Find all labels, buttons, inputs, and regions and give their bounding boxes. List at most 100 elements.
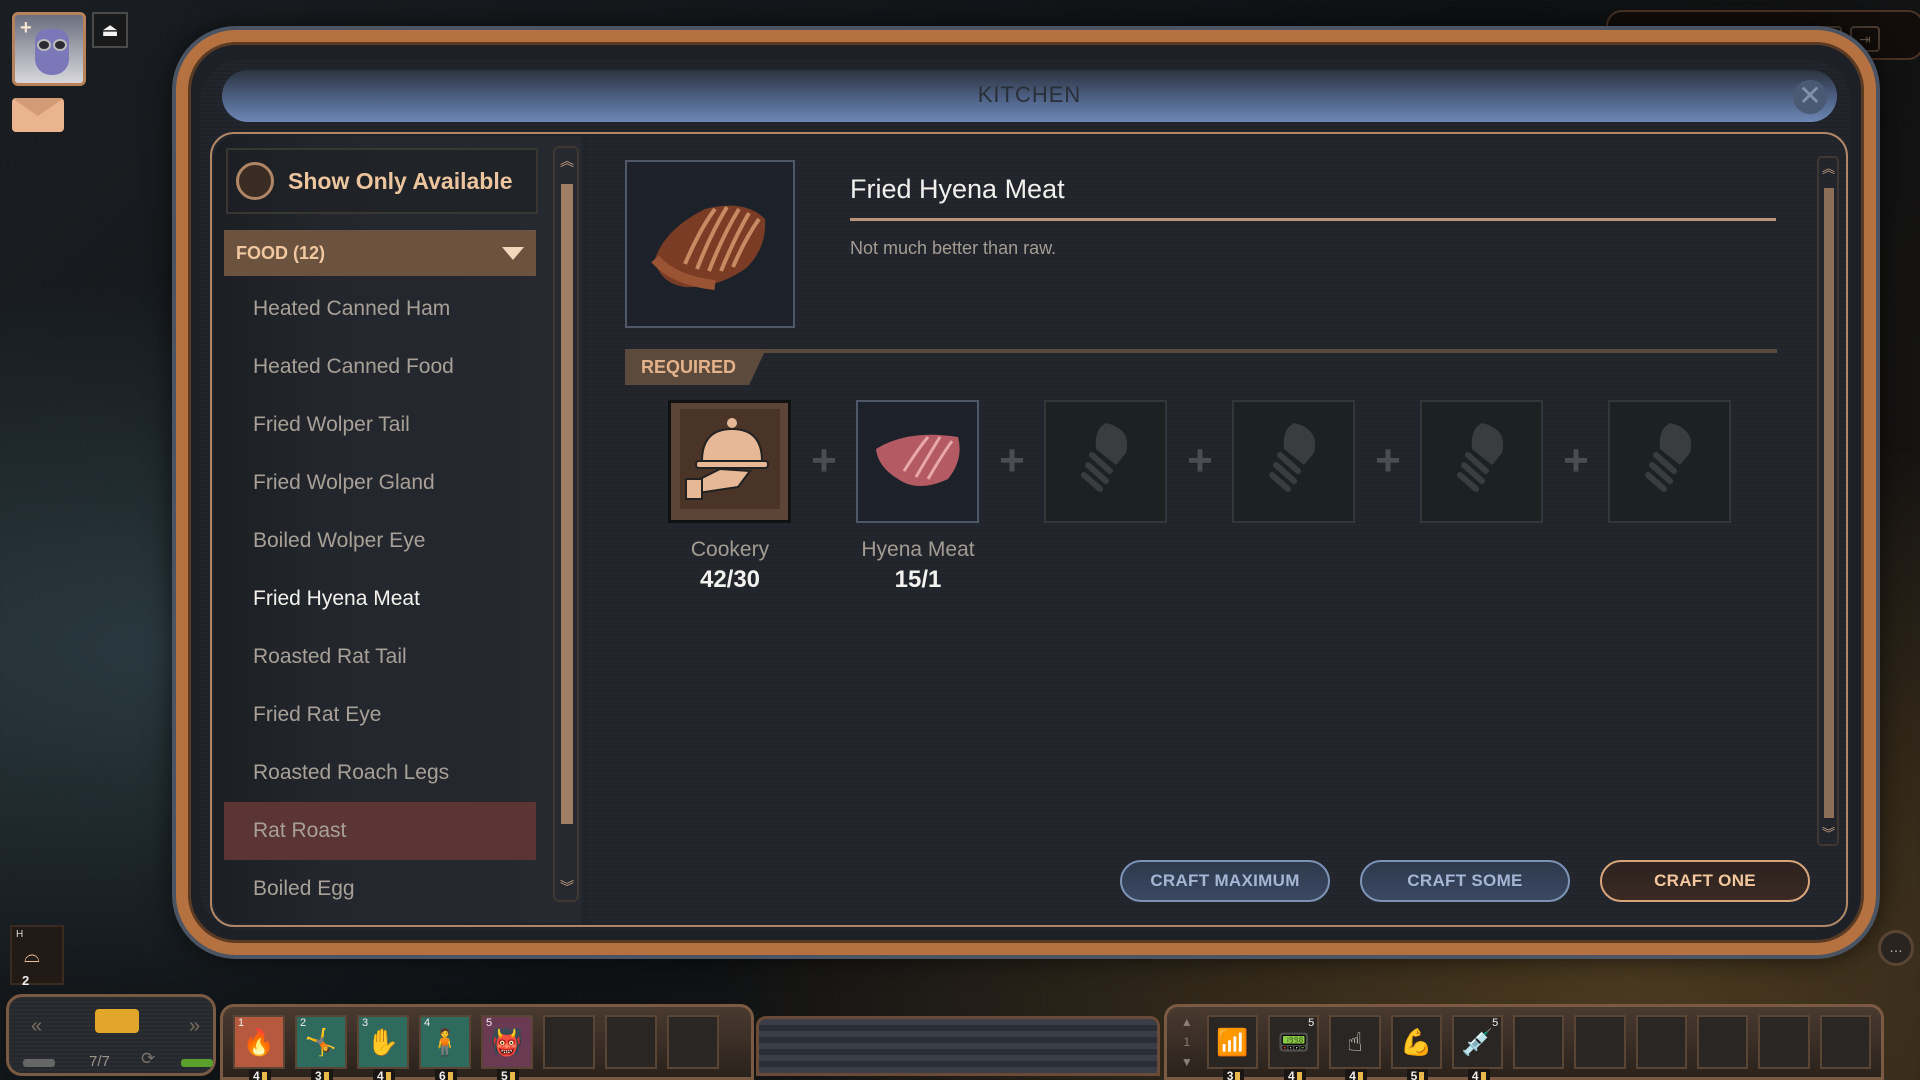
hotbar-slot[interactable] [1635,1015,1688,1069]
category-label: FOOD (12) [236,242,326,263]
hotbar-center-plate [756,1016,1160,1076]
scrollbar-thumb[interactable] [1824,188,1834,818]
requirement-count: 42/30 [699,566,761,593]
chat-button[interactable]: … [1878,930,1914,966]
ap-cost: 4 [373,1069,395,1080]
page-up-icon[interactable]: ▲ [1181,1015,1193,1029]
stack-count: 5 [1308,1017,1315,1029]
ability-icon: 🔥 [242,1026,276,1057]
recipe-item[interactable]: Rat Roast [224,802,536,860]
ap-cost: 4 [1467,1069,1490,1080]
goggle-icon [53,39,67,51]
pistol-icon [95,1009,139,1033]
requirement-slot-empty [1608,400,1731,523]
requirement-slot-cookery[interactable] [668,400,791,523]
item-hotbar: ▲ 1 ▼ 📶 3 5 📟 4 ☝ 4 💪 5 5 💉 4 [1164,1004,1884,1080]
ap-cost: 5 [1406,1069,1429,1080]
hotbar-slot[interactable]: 1 🔥 4 [233,1015,285,1080]
recipe-item[interactable]: Roasted Roach Legs [224,744,536,802]
hotkey-number: 4 [424,1017,431,1029]
close-button[interactable]: ✕ [1793,80,1827,114]
craft-maximum-button[interactable]: CRAFT MAXIMUM [1120,860,1330,902]
weapon-mode-indicator [23,1059,55,1067]
hotbar-slot[interactable]: 5 💉 4 [1451,1015,1504,1080]
raw-meat-icon [868,419,968,504]
hotkey-label: H [16,929,24,940]
reload-icon[interactable]: ⟳ [141,1049,155,1069]
recipe-item[interactable]: Roasted Rat Tail [224,628,536,686]
craft-one-button[interactable]: CRAFT ONE [1600,860,1810,902]
close-icon: ✕ [1798,80,1822,111]
hotbar-slot[interactable]: ☝ 4 [1329,1015,1381,1080]
craft-some-button[interactable]: CRAFT SOME [1360,860,1570,902]
hotbar-slot[interactable] [1758,1015,1810,1069]
hotbar-page-selector[interactable]: ▲ 1 ▼ [1177,1015,1197,1069]
page-number: 1 [1183,1035,1191,1049]
item-description: Not much better than raw. [850,238,1057,258]
hotbar-slot[interactable]: 2 🤸 3 [295,1015,347,1080]
category-dropdown-food[interactable]: FOOD (12) [224,230,536,276]
hotbar-slot[interactable] [1574,1015,1626,1069]
ability-icon: 📟 [1277,1026,1310,1057]
scroll-down-icon[interactable]: ︾ [1822,827,1835,840]
toggle-radio-icon[interactable] [236,162,274,200]
toggle-label: Show Only Available [288,167,513,194]
recipe-item[interactable]: Heated Canned Food [224,338,536,396]
recipe-item[interactable]: Heated Canned Ham [224,280,536,338]
show-only-available-toggle[interactable]: Show Only Available [226,148,538,214]
requirement-slot-empty [1420,400,1543,523]
hotbar-slot[interactable]: 3 ✋ 4 [357,1015,409,1080]
weight-glyph: ⏏ [101,19,119,40]
weight-icon[interactable]: ⏏ [92,12,128,48]
hotbar-slot[interactable] [1513,1015,1565,1069]
hotbar-slot[interactable]: 📶 3 [1206,1015,1258,1080]
hotbar-slot[interactable]: 5 📟 4 [1268,1015,1320,1080]
ap-cost: 6 [435,1069,457,1080]
plus-icon: + [1563,436,1589,485]
prev-weapon-icon[interactable]: « [31,1015,42,1038]
page-down-icon[interactable]: ▼ [1181,1055,1193,1069]
recipe-item[interactable]: Fried Rat Eye [224,686,536,744]
detail-scrollbar[interactable]: ︽ ︾ [1817,156,1839,846]
recipe-item[interactable]: Boiled Wolper Eye [224,512,536,570]
recipe-list-scrollbar[interactable]: ︽ ︾ [553,146,579,902]
hotkey-number: 5 [486,1017,493,1029]
ammo-count: 7/7 [89,1053,110,1070]
scroll-up-icon[interactable]: ︽ [1822,162,1835,175]
hotbar-slot[interactable]: 💪 5 [1390,1015,1442,1080]
plus-icon: + [1375,436,1401,485]
ability-icon: ✋ [366,1026,400,1057]
item-preview [625,160,795,328]
recipe-item[interactable]: Fried Wolper Tail [224,396,536,454]
recipe-item[interactable]: Fried Hyena Meat [224,570,536,628]
recipe-list: Heated Canned Ham Heated Canned Food Fried… [224,280,536,918]
headgear-slot[interactable]: H ⌓ [10,925,64,985]
hotbar-slot[interactable] [605,1015,657,1069]
hotbar-slot[interactable] [1819,1015,1871,1069]
scroll-up-icon[interactable]: ︽ [560,154,574,168]
character-portrait[interactable]: + [12,12,86,86]
screw-icon [1076,419,1136,504]
hotbar-slot[interactable] [667,1015,719,1069]
mask-icon: ⌓ [24,945,40,967]
scrollbar-thumb[interactable] [561,184,573,824]
hotbar-slot[interactable] [543,1015,595,1069]
weapon-panel: « » 7/7 ⟳ [6,994,216,1076]
hotbar-slot[interactable]: 4 🧍 6 [419,1015,471,1080]
requirement-slot-empty [1232,400,1355,523]
ability-icon: 💉 [1461,1026,1494,1057]
hotkey-number: 1 [238,1017,245,1029]
hotbar-slot[interactable] [1697,1015,1749,1069]
requirement-slot-hyena-meat[interactable] [856,400,979,523]
fried-ribs-icon [651,205,766,290]
mail-icon[interactable] [12,98,64,132]
portrait-face [35,29,69,75]
ap-cost: 3 [1222,1069,1245,1080]
recipe-item[interactable]: Fried Wolper Gland [224,454,536,512]
scroll-down-icon[interactable]: ︾ [560,880,574,894]
hotbar-slot[interactable]: 5 👹 5 [481,1015,533,1080]
next-weapon-icon[interactable]: » [189,1015,200,1038]
screw-icon [1452,419,1512,504]
ap-cost: 4 [249,1069,271,1080]
recipe-item[interactable]: Boiled Egg [224,860,536,918]
